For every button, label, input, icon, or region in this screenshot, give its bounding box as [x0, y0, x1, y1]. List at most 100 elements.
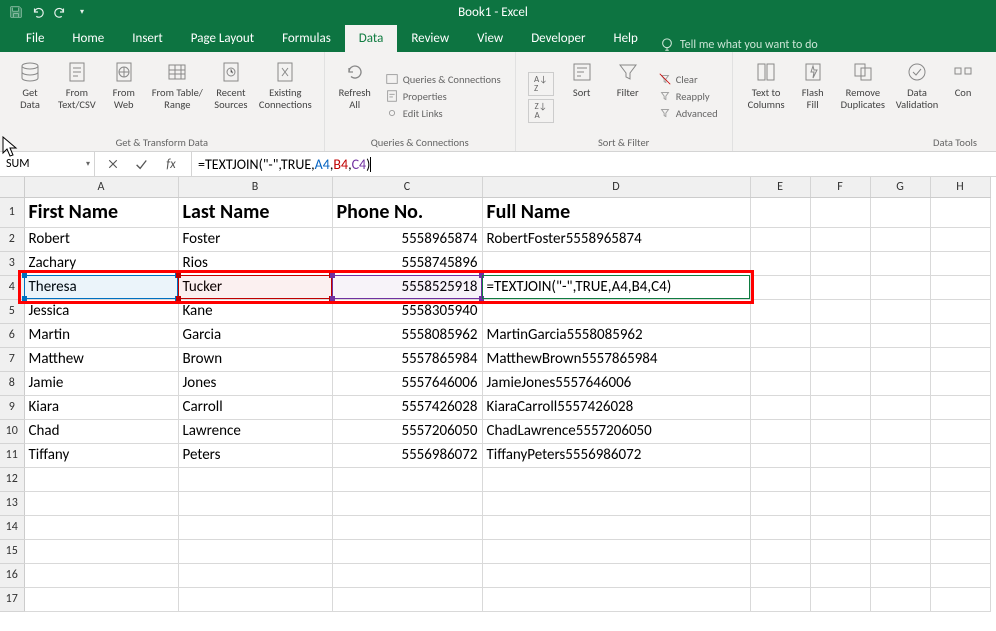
row-header-11[interactable]: 11 — [0, 443, 24, 467]
cell-D14[interactable] — [482, 515, 750, 539]
cell-A10[interactable]: Chad — [24, 419, 178, 443]
cell-E10[interactable] — [750, 419, 810, 443]
cell-H4[interactable] — [930, 275, 990, 299]
cell-E5[interactable] — [750, 299, 810, 323]
cell-G13[interactable] — [870, 491, 930, 515]
cell-B5[interactable]: Kane — [178, 299, 332, 323]
cell-B13[interactable] — [178, 491, 332, 515]
cell-C14[interactable] — [332, 515, 482, 539]
cell-H6[interactable] — [930, 323, 990, 347]
from-table-range-button[interactable]: From Table/ Range — [148, 56, 207, 134]
cell-G4[interactable] — [870, 275, 930, 299]
select-all-corner[interactable] — [0, 177, 24, 197]
col-header-F[interactable]: F — [810, 177, 870, 197]
text-to-columns-button[interactable]: Text to Columns — [744, 56, 789, 134]
advanced-button[interactable]: Advanced — [656, 105, 720, 121]
cell-E15[interactable] — [750, 539, 810, 563]
cell-F10[interactable] — [810, 419, 870, 443]
cell-A14[interactable] — [24, 515, 178, 539]
cell-D1[interactable]: Full Name — [482, 197, 750, 227]
clear-button[interactable]: Clear — [656, 71, 720, 87]
row-header-8[interactable]: 8 — [0, 371, 24, 395]
row-header-9[interactable]: 9 — [0, 395, 24, 419]
cell-D12[interactable] — [482, 467, 750, 491]
cell-F2[interactable] — [810, 227, 870, 251]
row-header-6[interactable]: 6 — [0, 323, 24, 347]
tab-file[interactable]: File — [12, 25, 58, 52]
cell-C6[interactable]: 5558085962 — [332, 323, 482, 347]
save-icon[interactable] — [8, 4, 24, 20]
cell-E9[interactable] — [750, 395, 810, 419]
cell-F3[interactable] — [810, 251, 870, 275]
tab-view[interactable]: View — [463, 25, 517, 52]
tab-data[interactable]: Data — [345, 25, 398, 52]
cell-F1[interactable] — [810, 197, 870, 227]
cell-D16[interactable] — [482, 563, 750, 587]
enter-icon[interactable] — [133, 156, 149, 172]
cell-B10[interactable]: Lawrence — [178, 419, 332, 443]
cell-B15[interactable] — [178, 539, 332, 563]
cell-D3[interactable] — [482, 251, 750, 275]
cell-F11[interactable] — [810, 443, 870, 467]
cell-B11[interactable]: Peters — [178, 443, 332, 467]
cell-H3[interactable] — [930, 251, 990, 275]
name-box[interactable]: SUM ▾ — [0, 152, 95, 176]
cell-B16[interactable] — [178, 563, 332, 587]
tab-formulas[interactable]: Formulas — [268, 25, 345, 52]
cell-H11[interactable] — [930, 443, 990, 467]
cell-B12[interactable] — [178, 467, 332, 491]
cell-E13[interactable] — [750, 491, 810, 515]
queries-connections-button[interactable]: Queries & Connections — [383, 71, 503, 87]
cell-H7[interactable] — [930, 347, 990, 371]
row-header-15[interactable]: 15 — [0, 539, 24, 563]
cell-B9[interactable]: Carroll — [178, 395, 332, 419]
tell-me[interactable]: Tell me what you want to do — [652, 38, 818, 52]
cell-C2[interactable]: 5558965874 — [332, 227, 482, 251]
cell-C13[interactable] — [332, 491, 482, 515]
cell-C7[interactable]: 5557865984 — [332, 347, 482, 371]
cell-C15[interactable] — [332, 539, 482, 563]
tab-insert[interactable]: Insert — [118, 25, 177, 52]
tab-help[interactable]: Help — [599, 25, 651, 52]
cell-F9[interactable] — [810, 395, 870, 419]
cell-E7[interactable] — [750, 347, 810, 371]
get-data-button[interactable]: Get Data — [8, 56, 52, 134]
cell-F16[interactable] — [810, 563, 870, 587]
flash-fill-button[interactable]: Flash Fill — [791, 56, 835, 134]
cell-F5[interactable] — [810, 299, 870, 323]
cell-E4[interactable] — [750, 275, 810, 299]
cell-D10[interactable]: ChadLawrence5557206050 — [482, 419, 750, 443]
tab-developer[interactable]: Developer — [517, 25, 599, 52]
row-header-14[interactable]: 14 — [0, 515, 24, 539]
cell-H9[interactable] — [930, 395, 990, 419]
cell-G8[interactable] — [870, 371, 930, 395]
cell-A13[interactable] — [24, 491, 178, 515]
cell-G16[interactable] — [870, 563, 930, 587]
refresh-all-button[interactable]: Refresh All — [333, 56, 377, 134]
cell-E1[interactable] — [750, 197, 810, 227]
cell-G17[interactable] — [870, 587, 930, 611]
cell-C17[interactable] — [332, 587, 482, 611]
cell-D7[interactable]: MatthewBrown5557865984 — [482, 347, 750, 371]
cell-H12[interactable] — [930, 467, 990, 491]
cell-F4[interactable] — [810, 275, 870, 299]
formula-input[interactable]: =TEXTJOIN("-",TRUE,A4,B4,C4) — [192, 152, 996, 176]
reapply-button[interactable]: Reapply — [656, 88, 720, 104]
row-header-5[interactable]: 5 — [0, 299, 24, 323]
cell-E3[interactable] — [750, 251, 810, 275]
cell-B8[interactable]: Jones — [178, 371, 332, 395]
cell-D5[interactable] — [482, 299, 750, 323]
cell-D6[interactable]: MartinGarcia5558085962 — [482, 323, 750, 347]
sort-za-button[interactable]: Z↓A — [528, 99, 554, 123]
col-header-G[interactable]: G — [870, 177, 930, 197]
cell-C10[interactable]: 5557206050 — [332, 419, 482, 443]
cell-H1[interactable] — [930, 197, 990, 227]
cell-H2[interactable] — [930, 227, 990, 251]
cell-B2[interactable]: Foster — [178, 227, 332, 251]
cell-C12[interactable] — [332, 467, 482, 491]
cell-C9[interactable]: 5557426028 — [332, 395, 482, 419]
tab-home[interactable]: Home — [58, 25, 118, 52]
cell-B7[interactable]: Brown — [178, 347, 332, 371]
cell-H16[interactable] — [930, 563, 990, 587]
col-header-B[interactable]: B — [178, 177, 332, 197]
